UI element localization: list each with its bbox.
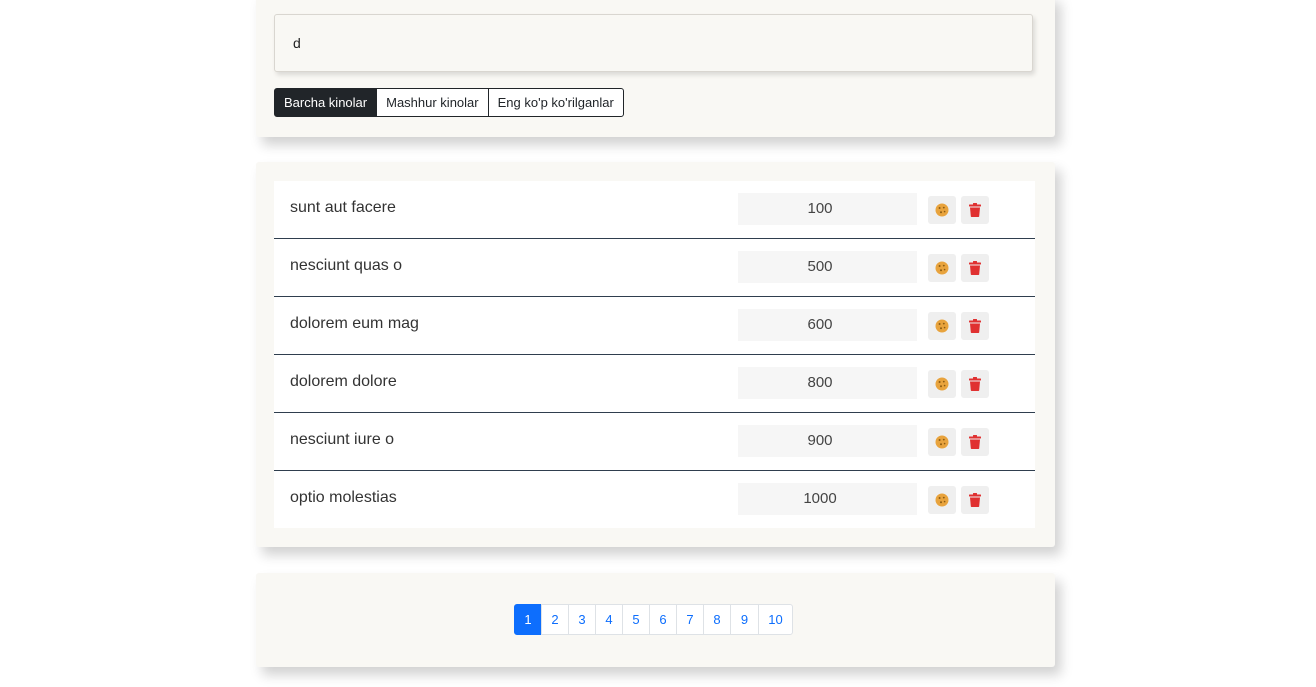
views-input[interactable] <box>738 425 917 457</box>
views-input[interactable] <box>738 251 917 283</box>
pagination-panel: 1 2 3 4 5 6 7 8 9 10 <box>256 573 1055 667</box>
like-button[interactable] <box>928 486 956 514</box>
movie-list: sunt aut facere nesciunt quas o dolorem … <box>274 181 1035 528</box>
page-button-2[interactable]: 2 <box>541 604 569 635</box>
trash-icon <box>969 261 981 275</box>
filter-button-group: Barcha kinolar Mashhur kinolar Eng ko'p … <box>274 88 624 117</box>
trash-icon <box>969 377 981 391</box>
page-button-10[interactable]: 10 <box>758 604 793 635</box>
views-input[interactable] <box>738 193 917 225</box>
movie-title[interactable]: nesciunt quas o <box>290 257 402 275</box>
delete-button[interactable] <box>961 254 989 282</box>
list-item: dolorem dolore <box>274 355 1035 413</box>
cookie-icon <box>935 261 949 275</box>
filter-all-movies-button[interactable]: Barcha kinolar <box>274 88 378 117</box>
pagination: 1 2 3 4 5 6 7 8 9 10 <box>514 604 793 635</box>
like-button[interactable] <box>928 196 956 224</box>
page-button-5[interactable]: 5 <box>622 604 650 635</box>
like-button[interactable] <box>928 370 956 398</box>
delete-button[interactable] <box>961 486 989 514</box>
trash-icon <box>969 203 981 217</box>
movie-title[interactable]: dolorem dolore <box>290 373 397 391</box>
cookie-icon <box>935 203 949 217</box>
delete-button[interactable] <box>961 428 989 456</box>
trash-icon <box>969 493 981 507</box>
page-button-6[interactable]: 6 <box>649 604 677 635</box>
list-item: optio molestias <box>274 471 1035 528</box>
cookie-icon <box>935 435 949 449</box>
filter-most-viewed-button[interactable]: Eng ko'p ko'rilganlar <box>487 88 624 117</box>
like-button[interactable] <box>928 428 956 456</box>
movie-title[interactable]: optio molestias <box>290 489 397 507</box>
trash-icon <box>969 435 981 449</box>
page-button-1[interactable]: 1 <box>514 604 542 635</box>
page-button-3[interactable]: 3 <box>568 604 596 635</box>
list-item: sunt aut facere <box>274 181 1035 239</box>
views-input[interactable] <box>738 367 917 399</box>
like-button[interactable] <box>928 254 956 282</box>
list-item: nesciunt iure o <box>274 413 1035 471</box>
filter-popular-movies-button[interactable]: Mashhur kinolar <box>376 88 489 117</box>
page-button-7[interactable]: 7 <box>676 604 704 635</box>
movie-title[interactable]: dolorem eum mag <box>290 315 419 333</box>
delete-button[interactable] <box>961 196 989 224</box>
movie-list-panel: sunt aut facere nesciunt quas o dolorem … <box>256 162 1055 547</box>
cookie-icon <box>935 319 949 333</box>
delete-button[interactable] <box>961 312 989 340</box>
page-button-9[interactable]: 9 <box>730 604 759 635</box>
search-input[interactable] <box>274 14 1033 72</box>
search-panel: Barcha kinolar Mashhur kinolar Eng ko'p … <box>256 0 1055 137</box>
page-button-4[interactable]: 4 <box>595 604 623 635</box>
delete-button[interactable] <box>961 370 989 398</box>
list-item: nesciunt quas o <box>274 239 1035 297</box>
like-button[interactable] <box>928 312 956 340</box>
movie-title[interactable]: sunt aut facere <box>290 199 396 217</box>
list-item: dolorem eum mag <box>274 297 1035 355</box>
movie-title[interactable]: nesciunt iure o <box>290 431 394 449</box>
cookie-icon <box>935 493 949 507</box>
trash-icon <box>969 319 981 333</box>
views-input[interactable] <box>738 483 917 515</box>
cookie-icon <box>935 377 949 391</box>
page-button-8[interactable]: 8 <box>703 604 731 635</box>
views-input[interactable] <box>738 309 917 341</box>
